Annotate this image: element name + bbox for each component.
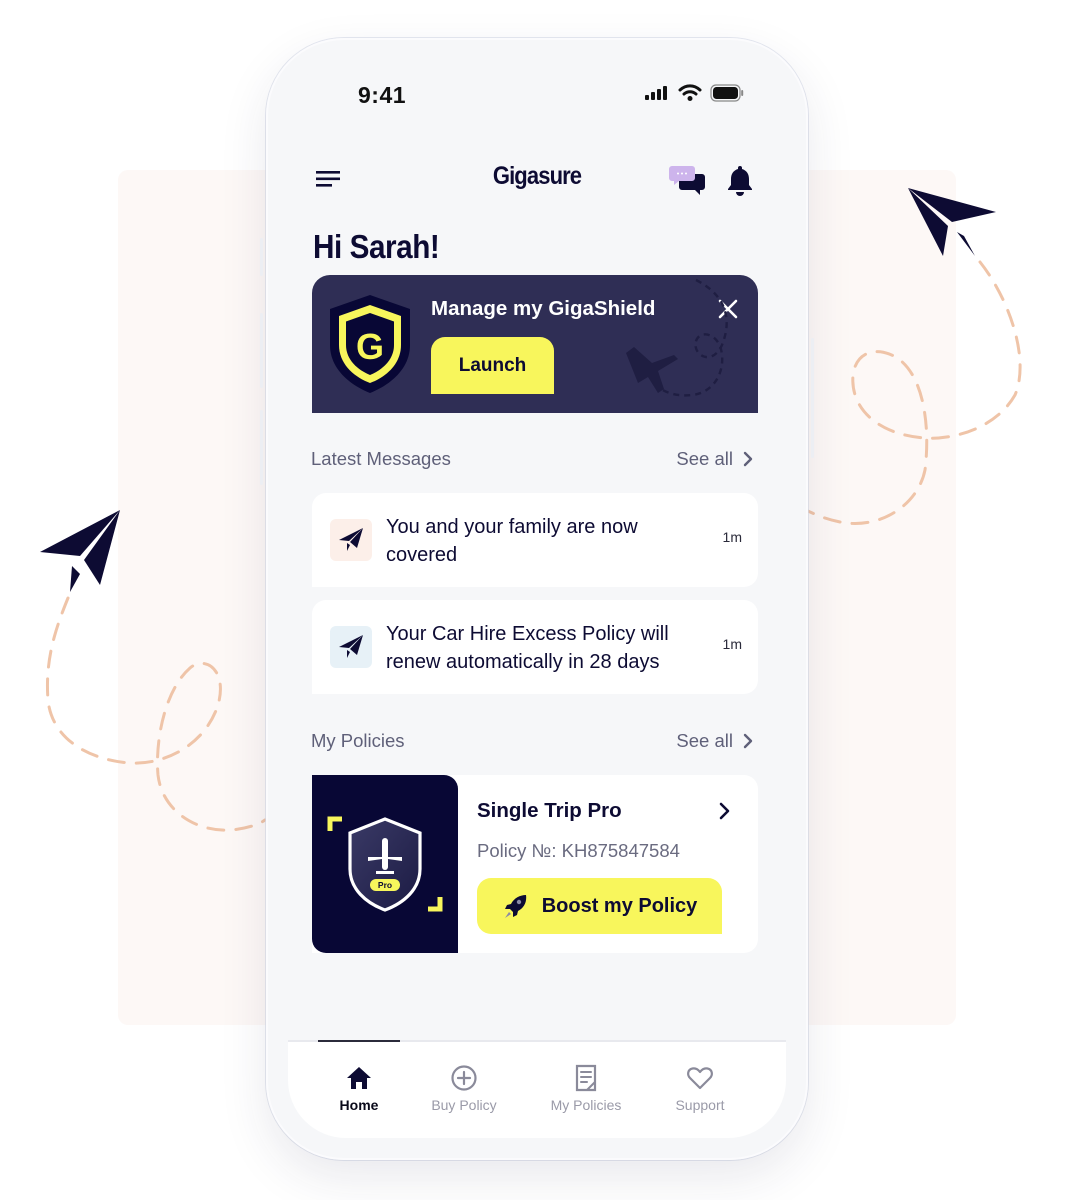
- gigashield-banner: G Manage my GigaShield Launch: [312, 275, 758, 413]
- launch-button[interactable]: Launch: [431, 337, 554, 394]
- bell-icon[interactable]: [726, 164, 754, 196]
- home-icon: [347, 1067, 371, 1089]
- svg-text:G: G: [356, 326, 384, 367]
- heart-icon: [687, 1067, 713, 1090]
- boost-policy-label: Boost my Policy: [541, 894, 698, 917]
- chat-icon[interactable]: [668, 162, 708, 196]
- tab-label: Support: [675, 1097, 725, 1113]
- boost-policy-button[interactable]: Boost my Policy: [477, 878, 722, 934]
- app-screen: 9:41 Gigasure Hi Sarah! G Manage my Giga…: [288, 60, 786, 1138]
- tab-label: My Policies: [550, 1097, 622, 1113]
- chevron-right-icon[interactable]: [718, 801, 732, 821]
- signal-icon: [645, 86, 667, 100]
- paper-plane-icon-left: [40, 510, 120, 592]
- plus-circle-icon: [451, 1065, 477, 1091]
- message-icon-tile: [330, 626, 372, 668]
- phone-volume-up: [260, 313, 263, 388]
- message-time: 1m: [722, 529, 742, 545]
- policies-section-title: My Policies: [311, 730, 405, 751]
- svg-text:Pro: Pro: [378, 880, 392, 890]
- app-bar: Gigasure: [288, 160, 786, 204]
- message-icon-tile: [330, 519, 372, 561]
- policy-card[interactable]: Pro Single Trip Pro Policy №: KH87584758…: [312, 775, 758, 953]
- status-bar: 9:41: [288, 60, 786, 130]
- message-item[interactable]: You and your family are now covered 1m: [312, 493, 758, 587]
- bottom-tab-bar: Home Buy Policy My Policies Support: [288, 1040, 786, 1138]
- paper-plane-icon: [339, 635, 363, 658]
- document-icon: [575, 1064, 597, 1092]
- messages-see-all-link[interactable]: See all: [676, 448, 753, 470]
- tab-label: Home: [339, 1097, 379, 1113]
- wifi-icon: [678, 84, 702, 101]
- chevron-right-icon: [743, 733, 753, 749]
- policies-section-header: My Policies See all: [311, 730, 759, 756]
- status-time: 9:41: [358, 82, 407, 108]
- airplane-decoration-icon: [626, 278, 728, 397]
- gigashield-logo-icon: G: [330, 295, 410, 393]
- active-tab-indicator: [318, 1040, 400, 1042]
- policy-image: Pro: [312, 775, 458, 953]
- greeting-heading: Hi Sarah!: [313, 228, 440, 265]
- message-time: 1m: [722, 636, 742, 652]
- tab-home[interactable]: Home: [304, 1064, 414, 1113]
- messages-section-title: Latest Messages: [311, 448, 451, 469]
- policy-name: Single Trip Pro: [477, 799, 622, 822]
- phone-frame: 9:41 Gigasure Hi Sarah! G Manage my Giga…: [260, 38, 814, 1160]
- chevron-right-icon: [743, 451, 753, 467]
- see-all-label: See all: [676, 730, 733, 751]
- policy-number: Policy №: KH875847584: [477, 840, 680, 861]
- message-item[interactable]: Your Car Hire Excess Policy will renew a…: [312, 600, 758, 694]
- battery-icon: [710, 84, 744, 102]
- rocket-icon: [504, 895, 526, 918]
- policies-see-all-link[interactable]: See all: [676, 730, 753, 752]
- message-text: You and your family are now covered: [386, 516, 638, 566]
- tab-label: Buy Policy: [431, 1097, 497, 1113]
- message-text: Your Car Hire Excess Policy will renew a…: [386, 623, 669, 673]
- phone-power-button: [811, 338, 814, 458]
- tab-my-policies[interactable]: My Policies: [531, 1064, 641, 1113]
- messages-section-header: Latest Messages See all: [311, 448, 759, 474]
- phone-side-button: [260, 238, 263, 276]
- status-icons: [644, 84, 744, 102]
- phone-volume-down: [260, 410, 263, 485]
- see-all-label: See all: [676, 448, 733, 469]
- travel-shield-icon: Pro: [327, 816, 443, 912]
- tab-support[interactable]: Support: [645, 1064, 755, 1113]
- paper-plane-icon: [339, 528, 363, 551]
- tab-buy-policy[interactable]: Buy Policy: [409, 1064, 519, 1113]
